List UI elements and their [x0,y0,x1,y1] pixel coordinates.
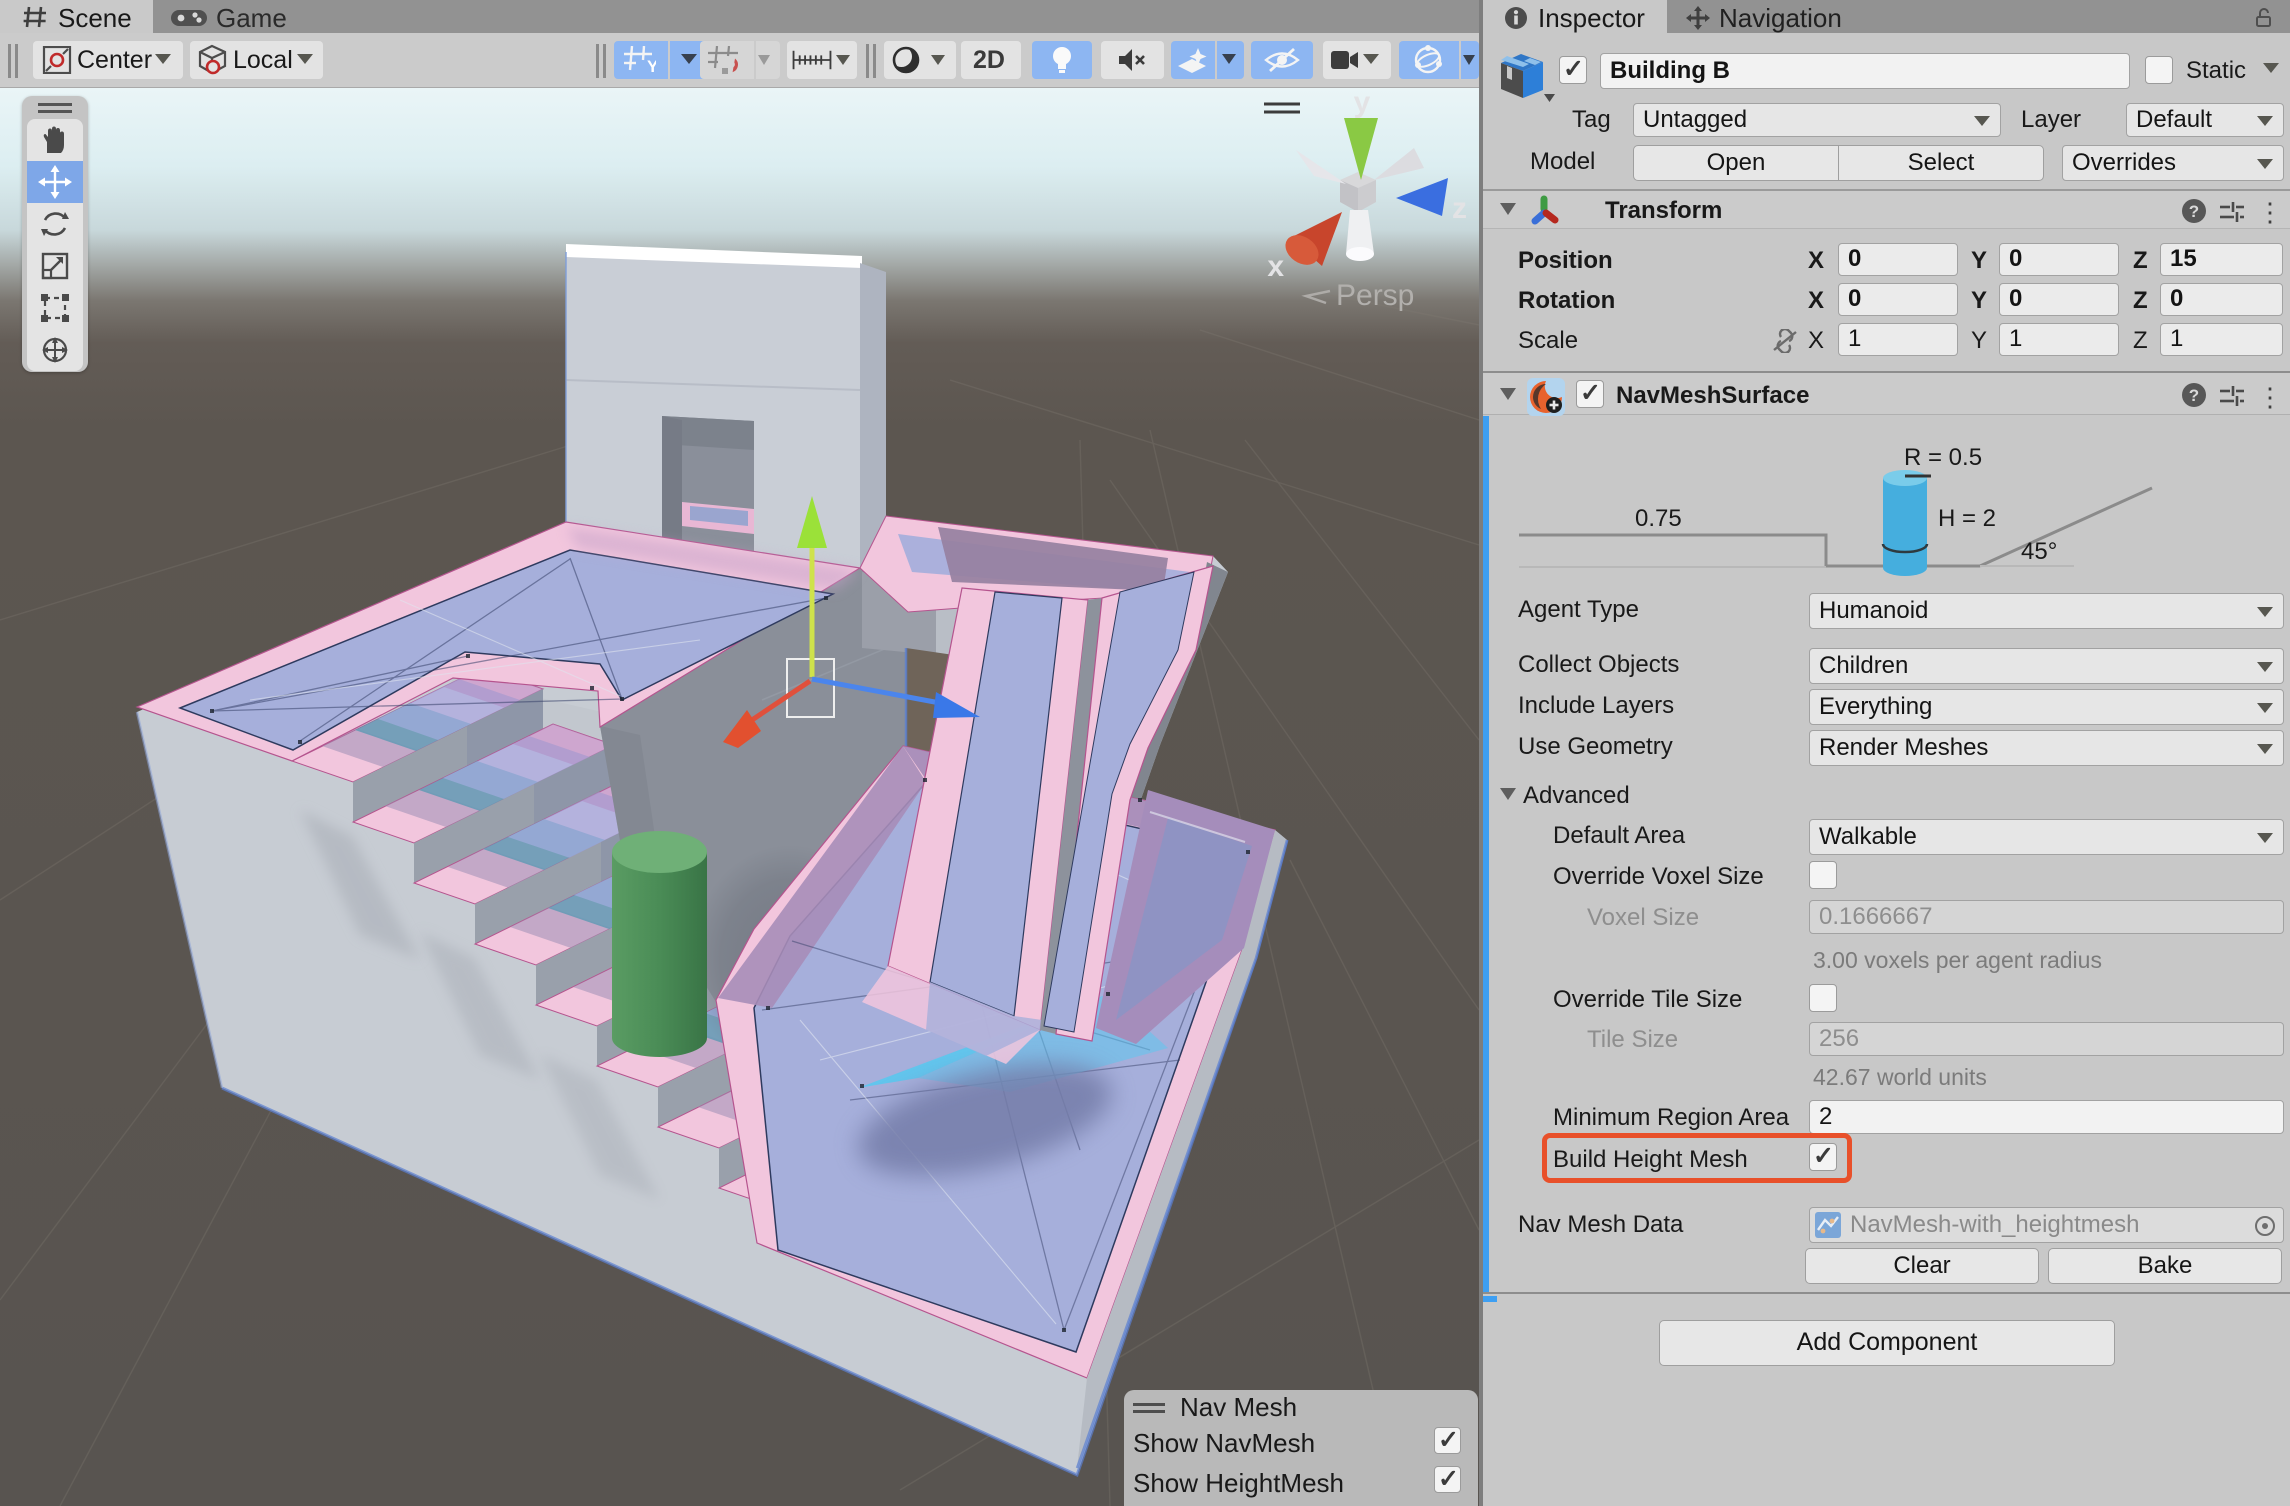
svg-text:x: x [1267,250,1284,283]
svg-text:?: ? [2189,386,2199,405]
svg-text:?: ? [2189,202,2199,221]
svg-text:z: z [1452,192,1467,225]
svg-text:y: y [1354,88,1371,119]
svg-text:Persp: Persp [1336,279,1414,312]
svg-text:Y: Y [647,57,656,74]
